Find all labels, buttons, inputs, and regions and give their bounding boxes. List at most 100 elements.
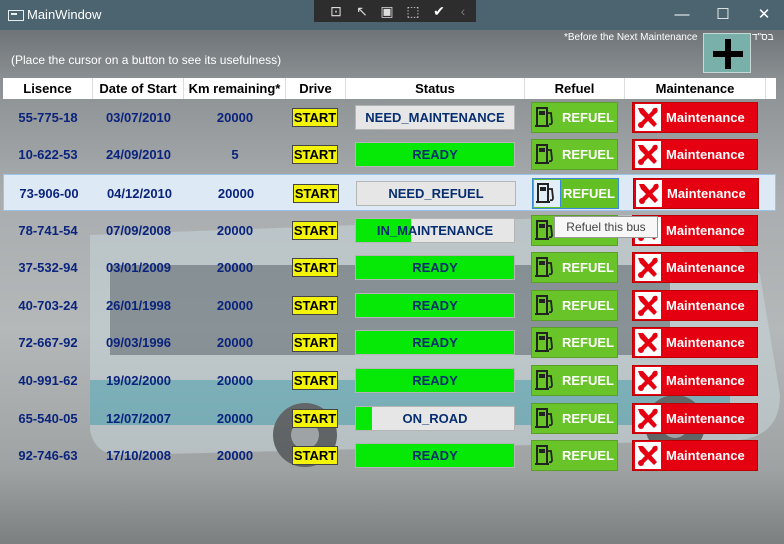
maintenance-label: Maintenance: [667, 186, 746, 201]
column-header-refuel[interactable]: Refuel: [525, 78, 625, 99]
km-cell: 20000: [216, 223, 254, 238]
table-row[interactable]: 72-667-92 09/03/1996 20000 START READY REFUEL…: [3, 324, 776, 361]
maintenance-button[interactable]: Maintenance: [632, 139, 758, 170]
maintenance-label: Maintenance: [666, 335, 745, 350]
date-cell: 03/01/2009: [105, 260, 172, 275]
status-bar: READY: [355, 443, 515, 468]
tools-icon: [635, 254, 661, 281]
status-label: READY: [412, 147, 458, 162]
maintenance-button[interactable]: Maintenance: [632, 365, 758, 396]
km-cell: 20000: [216, 335, 254, 350]
refuel-button[interactable]: REFUEL: [531, 403, 618, 434]
table-row[interactable]: 78-741-54 07/09/2008 20000 START IN_MAINTENA…: [3, 212, 776, 249]
fuel-pump-icon: [533, 104, 559, 131]
status-bar: IN_MAINTENANCE: [355, 218, 515, 243]
refuel-label: REFUEL: [562, 110, 614, 125]
fuel-pump-icon: [533, 442, 559, 469]
tools-icon: [635, 405, 661, 432]
start-drive-button[interactable]: START: [292, 333, 338, 352]
table-row[interactable]: 40-703-24 26/01/1998 20000 START READY REFUEL…: [3, 287, 776, 324]
status-label: READY: [412, 298, 458, 313]
start-drive-button[interactable]: START: [293, 184, 339, 203]
next-maintenance-note: *Before the Next Maintenance: [564, 32, 698, 43]
maintenance-button[interactable]: Maintenance: [632, 403, 758, 434]
refuel-button[interactable]: REFUEL: [532, 178, 619, 209]
maintenance-button[interactable]: Maintenance: [632, 102, 758, 133]
maximize-button[interactable]: ☐: [713, 5, 733, 25]
start-drive-button[interactable]: START: [292, 409, 338, 428]
status-bar: ON_ROAD: [355, 406, 515, 431]
check-icon[interactable]: ✔: [431, 3, 447, 19]
status-label: ON_ROAD: [402, 411, 468, 426]
km-cell: 20000: [216, 110, 254, 125]
column-header-license[interactable]: Lisence: [3, 78, 93, 99]
refuel-button[interactable]: REFUEL: [531, 365, 618, 396]
column-header-status[interactable]: Status: [346, 78, 525, 99]
table-row[interactable]: 92-746-63 17/10/2008 20000 START READY REFUEL…: [3, 437, 776, 474]
usage-hint: (Place the cursor on a button to see its…: [11, 53, 282, 67]
window-title: MainWindow: [27, 7, 102, 22]
refuel-button[interactable]: REFUEL: [531, 102, 618, 133]
table-row[interactable]: 55-775-18 03/07/2010 20000 START NEED_MAINTE…: [3, 99, 776, 136]
maintenance-button[interactable]: Maintenance: [632, 290, 758, 321]
maintenance-label: Maintenance: [666, 223, 745, 238]
column-header-maintenance[interactable]: Maintenance: [625, 78, 766, 99]
close-button[interactable]: ✕: [754, 5, 774, 25]
main-window: MainWindow ⊡ ↖ ▣ ⬚ ✔ ‹ — ☐ ✕ (Place the …: [0, 0, 784, 544]
refuel-button[interactable]: REFUEL: [531, 290, 618, 321]
fuel-pump-icon: [533, 141, 559, 168]
maintenance-button[interactable]: Maintenance: [632, 252, 758, 283]
add-bus-button[interactable]: [703, 33, 751, 73]
grid-header: Lisence Date of Start Km remaining* Driv…: [3, 78, 776, 99]
refuel-button[interactable]: REFUEL: [531, 440, 618, 471]
table-row[interactable]: 10-622-53 24/09/2010 5 START READY REFUEL Main…: [3, 136, 776, 173]
start-drive-button[interactable]: START: [292, 221, 338, 240]
refuel-button[interactable]: REFUEL: [531, 139, 618, 170]
refuel-label: REFUEL: [563, 186, 615, 201]
maintenance-label: Maintenance: [666, 147, 745, 162]
refuel-button[interactable]: REFUEL: [531, 252, 618, 283]
license-cell: 40-991-62: [18, 373, 78, 388]
date-cell: 04/12/2010: [106, 186, 173, 201]
column-header-drive[interactable]: Drive: [286, 78, 346, 99]
refuel-label: REFUEL: [562, 298, 614, 313]
start-drive-button[interactable]: START: [292, 446, 338, 465]
maintenance-button[interactable]: Maintenance: [632, 440, 758, 471]
start-drive-button[interactable]: START: [292, 371, 338, 390]
window-app-icon: [8, 10, 24, 21]
column-header-km[interactable]: Km remaining*: [184, 78, 286, 99]
debug-toolbar: ⊡ ↖ ▣ ⬚ ✔ ‹: [314, 0, 476, 22]
table-row[interactable]: 65-540-05 12/07/2007 20000 START ON_ROAD REFU…: [3, 400, 776, 437]
license-cell: 10-622-53: [18, 147, 78, 162]
track-focus-icon[interactable]: ⬚: [405, 3, 421, 19]
status-label: READY: [412, 373, 458, 388]
maintenance-button[interactable]: Maintenance: [633, 178, 759, 209]
fuel-pump-icon: [533, 329, 559, 356]
status-label: IN_MAINTENANCE: [376, 223, 494, 238]
hebrew-tag: בס"ד: [752, 32, 774, 43]
minimize-button[interactable]: —: [672, 5, 692, 25]
collapse-chevron-icon[interactable]: ‹: [455, 3, 471, 19]
start-drive-button[interactable]: START: [292, 108, 338, 127]
status-label: READY: [412, 448, 458, 463]
table-row[interactable]: 37-532-94 03/01/2009 20000 START READY REFUEL…: [3, 249, 776, 286]
status-bar: READY: [355, 293, 515, 318]
refuel-label: REFUEL: [562, 448, 614, 463]
start-drive-button[interactable]: START: [292, 258, 338, 277]
start-drive-button[interactable]: START: [292, 145, 338, 164]
refuel-button[interactable]: REFUEL: [531, 327, 618, 358]
table-row[interactable]: 40-991-62 19/02/2000 20000 START READY REFUEL…: [3, 362, 776, 399]
maintenance-label: Maintenance: [666, 110, 745, 125]
column-header-date[interactable]: Date of Start: [93, 78, 184, 99]
pointer-icon[interactable]: ↖: [354, 3, 370, 19]
date-cell: 03/07/2010: [105, 110, 172, 125]
maintenance-button[interactable]: Maintenance: [632, 327, 758, 358]
status-bar: READY: [355, 368, 515, 393]
refuel-label: REFUEL: [562, 411, 614, 426]
start-drive-button[interactable]: START: [292, 296, 338, 315]
table-row[interactable]: 73-906-00 04/12/2010 20000 START NEED_REFUEL…: [3, 174, 776, 211]
layout-adorner-icon[interactable]: ▣: [379, 3, 395, 19]
fuel-pump-icon: [534, 180, 561, 207]
license-cell: 37-532-94: [18, 260, 78, 275]
select-element-icon[interactable]: ⊡: [328, 3, 344, 19]
